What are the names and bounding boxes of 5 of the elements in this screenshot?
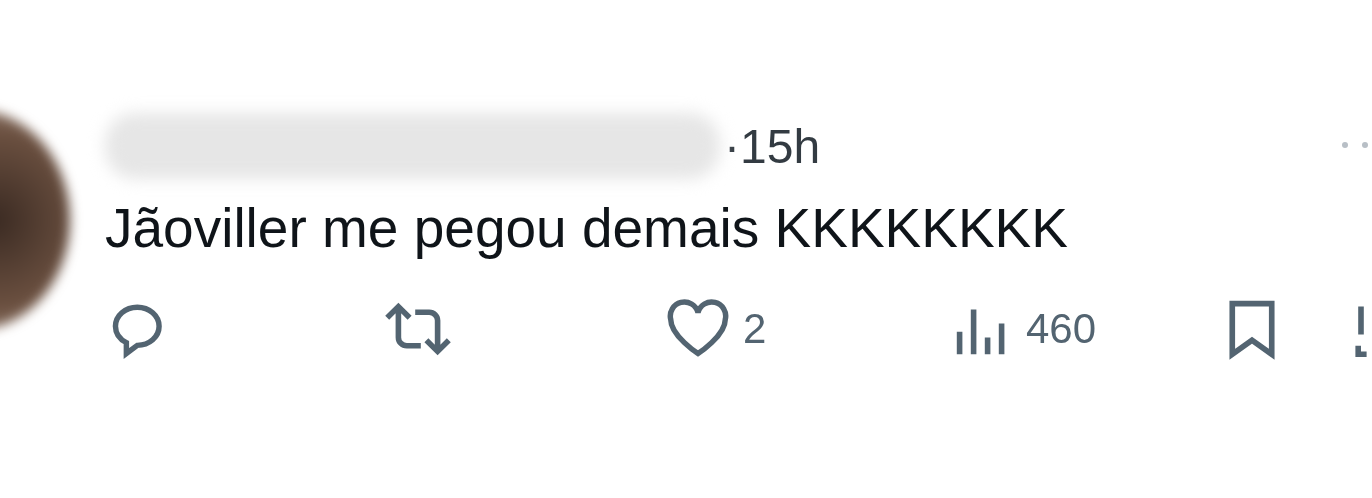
like-count: 2 (743, 305, 767, 353)
post-time: ·15h (724, 118, 821, 174)
post-text: Jãoviller me pegou demais KKKKKKKK (105, 196, 1069, 260)
heart-icon[interactable] (665, 299, 731, 359)
views-count: 460 (1026, 305, 1097, 353)
